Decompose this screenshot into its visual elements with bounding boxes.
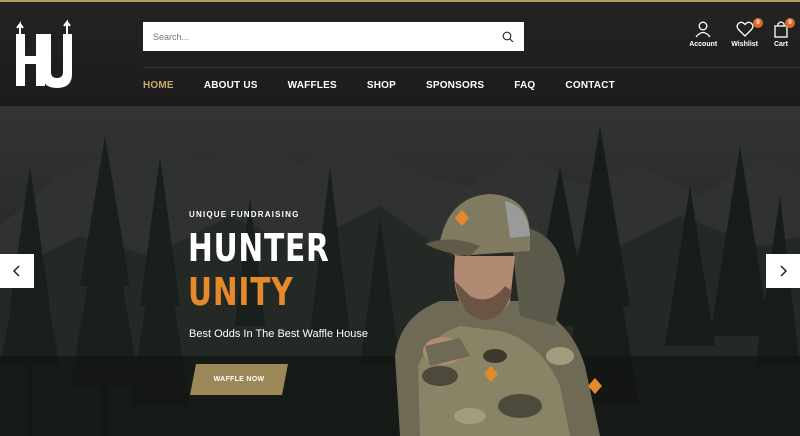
hero-title-line1: HUNTER xyxy=(188,226,330,270)
nav-faq[interactable]: FAQ xyxy=(514,80,535,94)
hero-background-image xyxy=(0,106,800,436)
heart-icon xyxy=(736,21,754,37)
cart-label: Cart xyxy=(773,41,788,48)
chevron-left-icon xyxy=(12,265,20,277)
main-nav: HOME ABOUT US WAFFLES SHOP SPONSORS FAQ … xyxy=(143,80,645,94)
wishlist-link[interactable]: 0 Wishlist xyxy=(731,18,763,48)
chevron-right-icon xyxy=(780,265,788,277)
nav-sponsors[interactable]: SPONSORS xyxy=(426,80,484,94)
account-label: Account xyxy=(689,41,718,48)
header-actions: Account 0 Wishlist 0 Cart xyxy=(689,18,795,48)
search-bar xyxy=(143,22,524,51)
header-divider xyxy=(143,67,800,68)
hero-eyebrow: UNIQUE FUNDRAISING xyxy=(189,210,300,219)
wishlist-label: Wishlist xyxy=(731,41,758,48)
cart-link[interactable]: 0 Cart xyxy=(772,18,795,48)
nav-about-us[interactable]: ABOUT US xyxy=(204,80,258,94)
slider-prev-button[interactable] xyxy=(0,254,34,288)
account-link[interactable]: Account xyxy=(689,20,717,48)
hero-slider: UNIQUE FUNDRAISING HUNTER UNITY Best Odd… xyxy=(0,106,800,436)
search-icon xyxy=(502,31,514,42)
hero-title-line2: UNITY xyxy=(188,270,294,314)
search-input[interactable] xyxy=(143,22,492,51)
site-header: Account 0 Wishlist 0 Cart HOME ABOUT US … xyxy=(0,0,800,106)
search-button[interactable] xyxy=(492,22,524,51)
nav-contact[interactable]: CONTACT xyxy=(565,80,615,94)
wishlist-count-badge: 0 xyxy=(753,18,763,28)
slider-next-button[interactable] xyxy=(766,254,800,288)
nav-shop[interactable]: SHOP xyxy=(367,80,396,94)
nav-waffles[interactable]: WAFFLES xyxy=(288,80,337,94)
hero-subtitle: Best Odds In The Best Waffle House xyxy=(189,328,368,340)
user-icon xyxy=(695,21,711,38)
hunter-unity-logo[interactable] xyxy=(12,20,74,92)
waffle-now-button[interactable]: WAFFLE NOW xyxy=(190,364,288,395)
nav-home[interactable]: HOME xyxy=(143,80,174,94)
cart-count-badge: 0 xyxy=(785,18,795,28)
